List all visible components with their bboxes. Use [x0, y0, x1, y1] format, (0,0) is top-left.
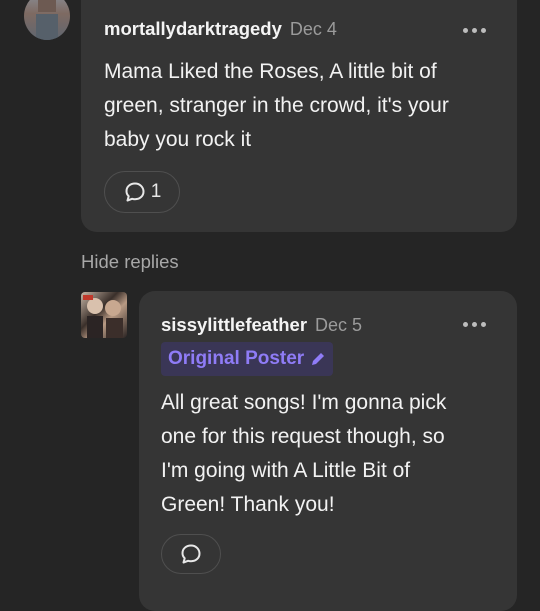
comment-text: Mama Liked the Roses, A little bit of gr… [104, 55, 449, 157]
comment-date: Dec 4 [289, 19, 337, 39]
reply-date: Dec 5 [315, 315, 363, 335]
reply-text-line: I'm going with A Little Bit of [161, 459, 411, 482]
comment-username[interactable]: mortallydarktragedy [104, 18, 282, 40]
reply-count: 1 [150, 181, 162, 202]
comment-text-line: green, stranger in the crowd, it's your [104, 94, 449, 117]
more-options-icon[interactable] [463, 322, 486, 327]
reply-button[interactable]: 1 [104, 171, 180, 213]
reply-header: sissylittlefeather Dec 5 [161, 314, 362, 336]
original-poster-badge: Original Poster [161, 342, 334, 376]
comment-header: mortallydarktragedy Dec 4 [104, 18, 337, 40]
reply-text: All great songs! I'm gonna pick one for … [161, 386, 446, 522]
speech-bubble-icon [125, 182, 145, 202]
reply-text-line: Green! Thank you! [161, 493, 335, 516]
comment-text-line: baby you rock it [104, 128, 252, 151]
avatar[interactable] [24, 0, 70, 40]
badge-label: Original Poster [168, 348, 305, 369]
more-options-icon[interactable] [463, 28, 486, 33]
reply-username[interactable]: sissylittlefeather [161, 314, 307, 336]
reply-button[interactable] [161, 534, 221, 574]
speech-bubble-icon [181, 544, 201, 564]
reply-text-line: one for this request though, so [161, 425, 445, 448]
pencil-icon [312, 353, 325, 365]
hide-replies-link[interactable]: Hide replies [81, 251, 179, 273]
avatar[interactable] [81, 292, 127, 338]
reply-text-line: All great songs! I'm gonna pick [161, 391, 447, 414]
comment-text-line: Mama Liked the Roses, A little bit of [104, 60, 437, 83]
